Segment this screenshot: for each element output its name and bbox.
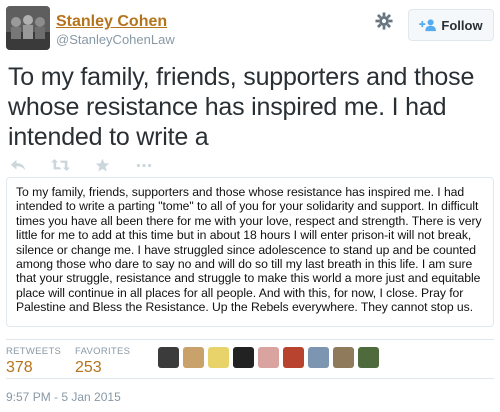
favorites-label: FAVORITES xyxy=(75,346,131,357)
favoriter-avatar[interactable] xyxy=(208,347,229,368)
favoriter-avatar[interactable] xyxy=(158,347,179,368)
follow-label: Follow xyxy=(441,17,483,33)
follow-button[interactable]: Follow xyxy=(408,9,494,41)
profile-handle[interactable]: @StanleyCohenLaw xyxy=(56,32,175,47)
favoriter-avatar[interactable] xyxy=(183,347,204,368)
retweet-icon[interactable] xyxy=(50,156,70,174)
retweets-count: 378 xyxy=(6,359,33,376)
attached-image-text: To my family, friends, supporters and th… xyxy=(16,185,482,315)
favoriter-avatar[interactable] xyxy=(358,347,379,368)
tweet-timestamp[interactable]: 9:57 PM - 5 Jan 2015 xyxy=(6,390,121,404)
favorites-count: 253 xyxy=(75,359,102,376)
more-icon[interactable] xyxy=(134,156,154,174)
favorite-icon[interactable] xyxy=(92,156,112,174)
favoriter-avatar[interactable] xyxy=(308,347,329,368)
favorites-stat[interactable]: FAVORITES 253 xyxy=(75,346,130,377)
gear-icon[interactable] xyxy=(375,12,393,30)
favoriter-avatar[interactable] xyxy=(283,347,304,368)
avatar[interactable] xyxy=(6,6,50,50)
favoriter-avatar[interactable] xyxy=(333,347,354,368)
tweet-stats: RETWEETS 378 FAVORITES 253 xyxy=(6,339,494,379)
attached-image[interactable]: To my family, friends, supporters and th… xyxy=(6,177,494,327)
retweets-label: RETWEETS xyxy=(6,346,62,357)
tweet-text: To my family, friends, supporters and th… xyxy=(8,63,475,151)
reply-icon[interactable] xyxy=(8,156,28,174)
retweets-stat[interactable]: RETWEETS 378 xyxy=(6,346,61,377)
tweet-header: Stanley Cohen @StanleyCohenLaw Follow xyxy=(6,6,494,50)
favoriter-avatar[interactable] xyxy=(233,347,254,368)
favoriter-avatar[interactable] xyxy=(258,347,279,368)
favoriter-avatars xyxy=(158,347,379,368)
tweet-actions xyxy=(8,154,208,176)
add-user-icon xyxy=(419,18,437,32)
profile-name[interactable]: Stanley Cohen xyxy=(56,13,167,31)
